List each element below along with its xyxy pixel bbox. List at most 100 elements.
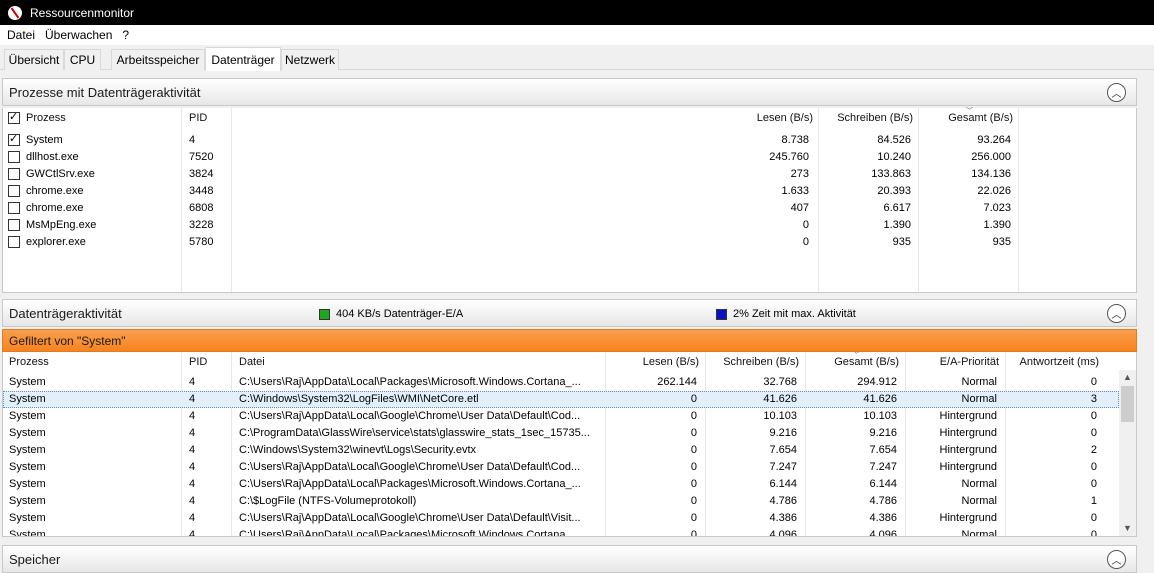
col-response[interactable]: Antwortzeit (ms) (1005, 353, 1099, 371)
table-row[interactable]: System 4 C:\Users\Raj\AppData\Local\Pack… (3, 476, 1119, 493)
table-row[interactable]: System 4 C:\Users\Raj\AppData\Local\Goog… (3, 408, 1119, 425)
collapse-up-icon[interactable]: ︿ (1107, 83, 1126, 102)
process-total: 7.023 (983, 202, 1011, 214)
table-row[interactable]: chrome.exe 3448 1.633 20.393 22.026 (3, 183, 1019, 200)
process-read: 0 (802, 219, 809, 231)
row-checkbox[interactable] (8, 168, 20, 180)
table-row[interactable]: System 4 C:\$LogFile (NTFS-Volumeprotoko… (3, 493, 1119, 510)
file-write: 4.096 (769, 529, 797, 537)
collapse-up-icon[interactable]: ︿ (1107, 550, 1126, 569)
select-all-checkbox[interactable] (8, 110, 20, 124)
file-total: 4.786 (869, 495, 897, 507)
process-write: 20.393 (877, 185, 911, 197)
menu-ueberwachen[interactable]: Überwachen (40, 28, 117, 42)
file-path: C:\Users\Raj\AppData\Local\Packages\Micr… (239, 529, 581, 537)
table-row[interactable]: System 4 C:\Users\Raj\AppData\Local\Goog… (3, 510, 1119, 527)
col-write[interactable]: Schreiben (B/s) (818, 109, 913, 127)
scroll-thumb[interactable] (1121, 386, 1134, 422)
table-row[interactable]: System 4 C:\Windows\System32\LogFiles\WM… (3, 391, 1119, 408)
vertical-scrollbar[interactable]: ▲ ▼ (1119, 370, 1136, 536)
table-row[interactable]: explorer.exe 5780 0 935 935 (3, 234, 1019, 251)
memory-section-header[interactable]: Speicher ︿ (2, 545, 1137, 573)
file-priority: Hintergrund (939, 410, 997, 422)
table-row[interactable]: System 4 C:\Windows\System32\winevt\Logs… (3, 442, 1119, 459)
scroll-up-icon[interactable]: ▲ (1119, 370, 1136, 385)
table-row[interactable]: System 4 8.738 84.526 93.264 (3, 132, 1019, 149)
col-pid[interactable]: PID (189, 353, 207, 371)
col-pid[interactable]: PID (189, 109, 207, 127)
process-total: 93.264 (977, 134, 1011, 146)
col-process[interactable]: Prozess (9, 353, 49, 371)
menu-datei[interactable]: Datei (2, 28, 40, 42)
row-checkbox[interactable] (8, 202, 20, 214)
process-pid: 6808 (189, 202, 214, 214)
process-pid: 3824 (189, 168, 214, 180)
file-priority: Normal (961, 393, 997, 405)
file-write: 7.247 (769, 461, 797, 473)
table-row[interactable]: dllhost.exe 7520 245.760 10.240 256.000 (3, 149, 1019, 166)
legend-disk-io: 404 KB/s Datenträger-E/A (319, 308, 463, 320)
file-write: 9.216 (769, 427, 797, 439)
file-path: C:\Users\Raj\AppData\Local\Packages\Micr… (239, 376, 581, 388)
col-total[interactable]: ﹀ Gesamt (B/s) (805, 352, 899, 371)
process-pid: 3228 (189, 219, 214, 231)
tab-uebersicht[interactable]: Übersicht (4, 49, 64, 70)
file-total: 4.386 (869, 512, 897, 524)
col-file[interactable]: Datei (239, 353, 265, 371)
process-total: 134.136 (971, 168, 1011, 180)
process-pid: 4 (189, 134, 196, 146)
file-total: 10.103 (863, 410, 897, 422)
process-name: System (9, 427, 46, 439)
scroll-down-icon[interactable]: ▼ (1119, 521, 1136, 536)
process-name: System (9, 376, 46, 388)
row-checkbox[interactable] (8, 236, 20, 248)
table-row[interactable]: GWCtlSrv.exe 3824 273 133.863 134.136 (3, 166, 1019, 183)
process-name: dllhost.exe (26, 151, 79, 163)
table-row[interactable]: System 4 C:\Users\Raj\AppData\Local\Pack… (3, 374, 1119, 391)
file-write: 7.654 (769, 444, 797, 456)
col-read[interactable]: Lesen (B/s) (723, 109, 813, 127)
table-row[interactable]: System 4 C:\Users\Raj\AppData\Local\Pack… (3, 527, 1119, 537)
col-priority[interactable]: E/A-Priorität (905, 353, 999, 371)
row-checkbox[interactable] (8, 185, 20, 197)
processes-section-header[interactable]: Prozesse mit Datenträgeraktivität ︿ (2, 78, 1137, 106)
collapse-up-icon[interactable]: ︿ (1107, 304, 1126, 323)
process-pid: 4 (189, 427, 196, 439)
tab-datentraeger[interactable]: Datenträger (205, 47, 281, 71)
file-total: 7.654 (869, 444, 897, 456)
tab-cpu[interactable]: CPU (64, 49, 101, 70)
table-row[interactable]: chrome.exe 6808 407 6.617 7.023 (3, 200, 1019, 217)
process-name: System (9, 495, 46, 507)
process-write: 1.390 (883, 219, 911, 231)
process-total: 935 (992, 236, 1011, 248)
process-write: 10.240 (877, 151, 911, 163)
process-name: System (9, 461, 46, 473)
row-checkbox[interactable] (8, 219, 20, 231)
disk-activity-section-header[interactable]: Datenträgeraktivität 404 KB/s Datenträge… (2, 299, 1137, 327)
table-row[interactable]: System 4 C:\Users\Raj\AppData\Local\Goog… (3, 459, 1119, 476)
file-total: 9.216 (869, 427, 897, 439)
col-read[interactable]: Lesen (B/s) (605, 353, 699, 371)
file-read: 0 (690, 393, 697, 405)
col-write[interactable]: Schreiben (B/s) (705, 353, 799, 371)
process-pid: 4 (189, 444, 196, 456)
col-process[interactable]: Prozess (26, 109, 66, 127)
file-write: 6.144 (769, 478, 797, 490)
file-total: 41.626 (863, 393, 897, 405)
file-path: C:\ProgramData\GlassWire\service\stats\g… (239, 427, 590, 439)
tab-netzwerk[interactable]: Netzwerk (281, 49, 339, 70)
file-path: C:\$LogFile (NTFS-Volumeprotokoll) (239, 495, 417, 507)
menu-help[interactable]: ? (117, 28, 134, 42)
process-name: System (26, 134, 63, 146)
col-total[interactable]: ﹀ Gesamt (B/s) (918, 108, 1013, 127)
file-priority: Hintergrund (939, 427, 997, 439)
table-row[interactable]: System 4 C:\ProgramData\GlassWire\servic… (3, 425, 1119, 442)
tab-arbeitsspeicher[interactable]: Arbeitsspeicher (111, 49, 205, 70)
row-checkbox[interactable] (8, 132, 20, 146)
file-priority: Normal (961, 529, 997, 537)
file-response: 0 (1090, 461, 1097, 473)
row-checkbox[interactable] (8, 151, 20, 163)
table-row[interactable]: MsMpEng.exe 3228 0 1.390 1.390 (3, 217, 1019, 234)
file-path: C:\Users\Raj\AppData\Local\Google\Chrome… (239, 410, 581, 422)
process-name: chrome.exe (26, 202, 84, 214)
